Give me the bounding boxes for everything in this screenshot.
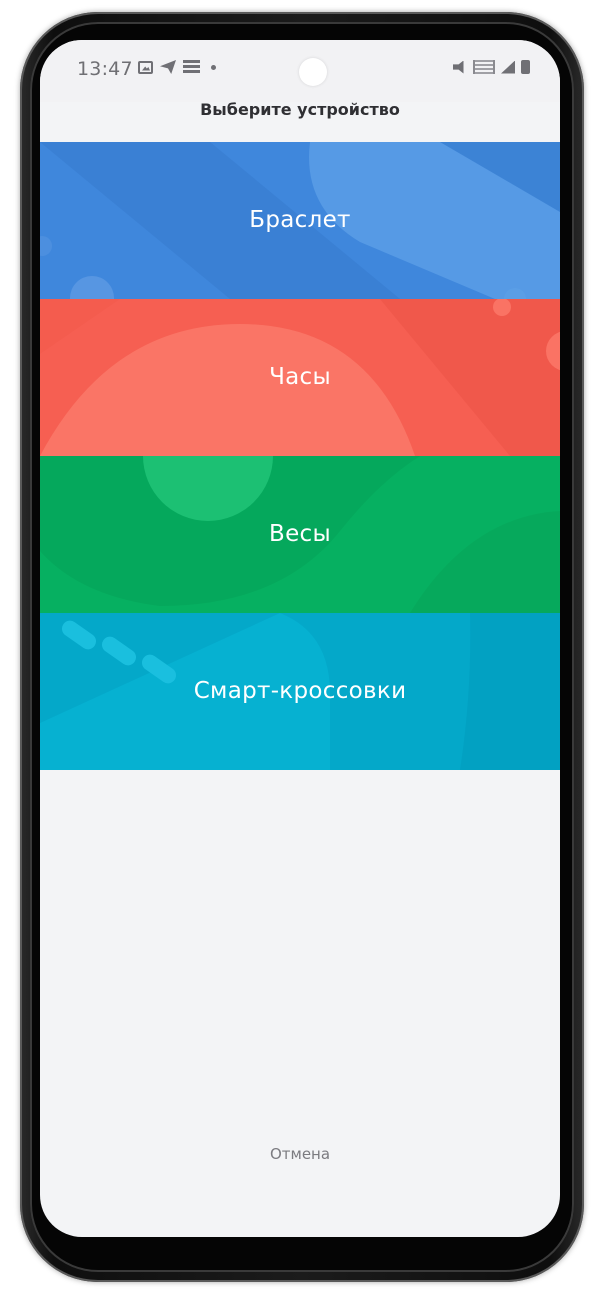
battery-icon [521, 60, 530, 74]
device-list: Браслет Часы Весы Смарт-кроссовки [40, 142, 560, 770]
signal-icon [501, 60, 515, 74]
device-option-watch[interactable]: Часы [40, 299, 560, 456]
front-camera [299, 58, 327, 86]
device-label-bracelet: Браслет [249, 207, 351, 233]
device-label-watch: Часы [269, 364, 331, 390]
device-option-scale[interactable]: Весы [40, 456, 560, 613]
status-icons-right [453, 60, 530, 74]
device-label-sneakers: Смарт-кроссовки [193, 678, 407, 704]
device-option-sneakers[interactable]: Смарт-кроссовки [40, 613, 560, 770]
device-screen: 13:47 Выберите устройство Браслет Часы В… [40, 40, 560, 1237]
mute-icon [453, 60, 464, 74]
gallery-icon [138, 60, 153, 74]
device-option-bracelet[interactable]: Браслет [40, 142, 560, 299]
notification-stack-icon [183, 60, 200, 74]
status-time: 13:47 [77, 58, 133, 80]
status-bar: 13:47 [40, 40, 560, 102]
device-label-scale: Весы [269, 521, 331, 547]
telegram-icon [160, 60, 176, 74]
dialog-title: Выберите устройство [200, 100, 400, 119]
dot-icon [211, 64, 216, 70]
cancel-button[interactable]: Отмена [40, 1145, 560, 1163]
volte-icon [473, 60, 495, 74]
status-icons-left [138, 60, 216, 74]
